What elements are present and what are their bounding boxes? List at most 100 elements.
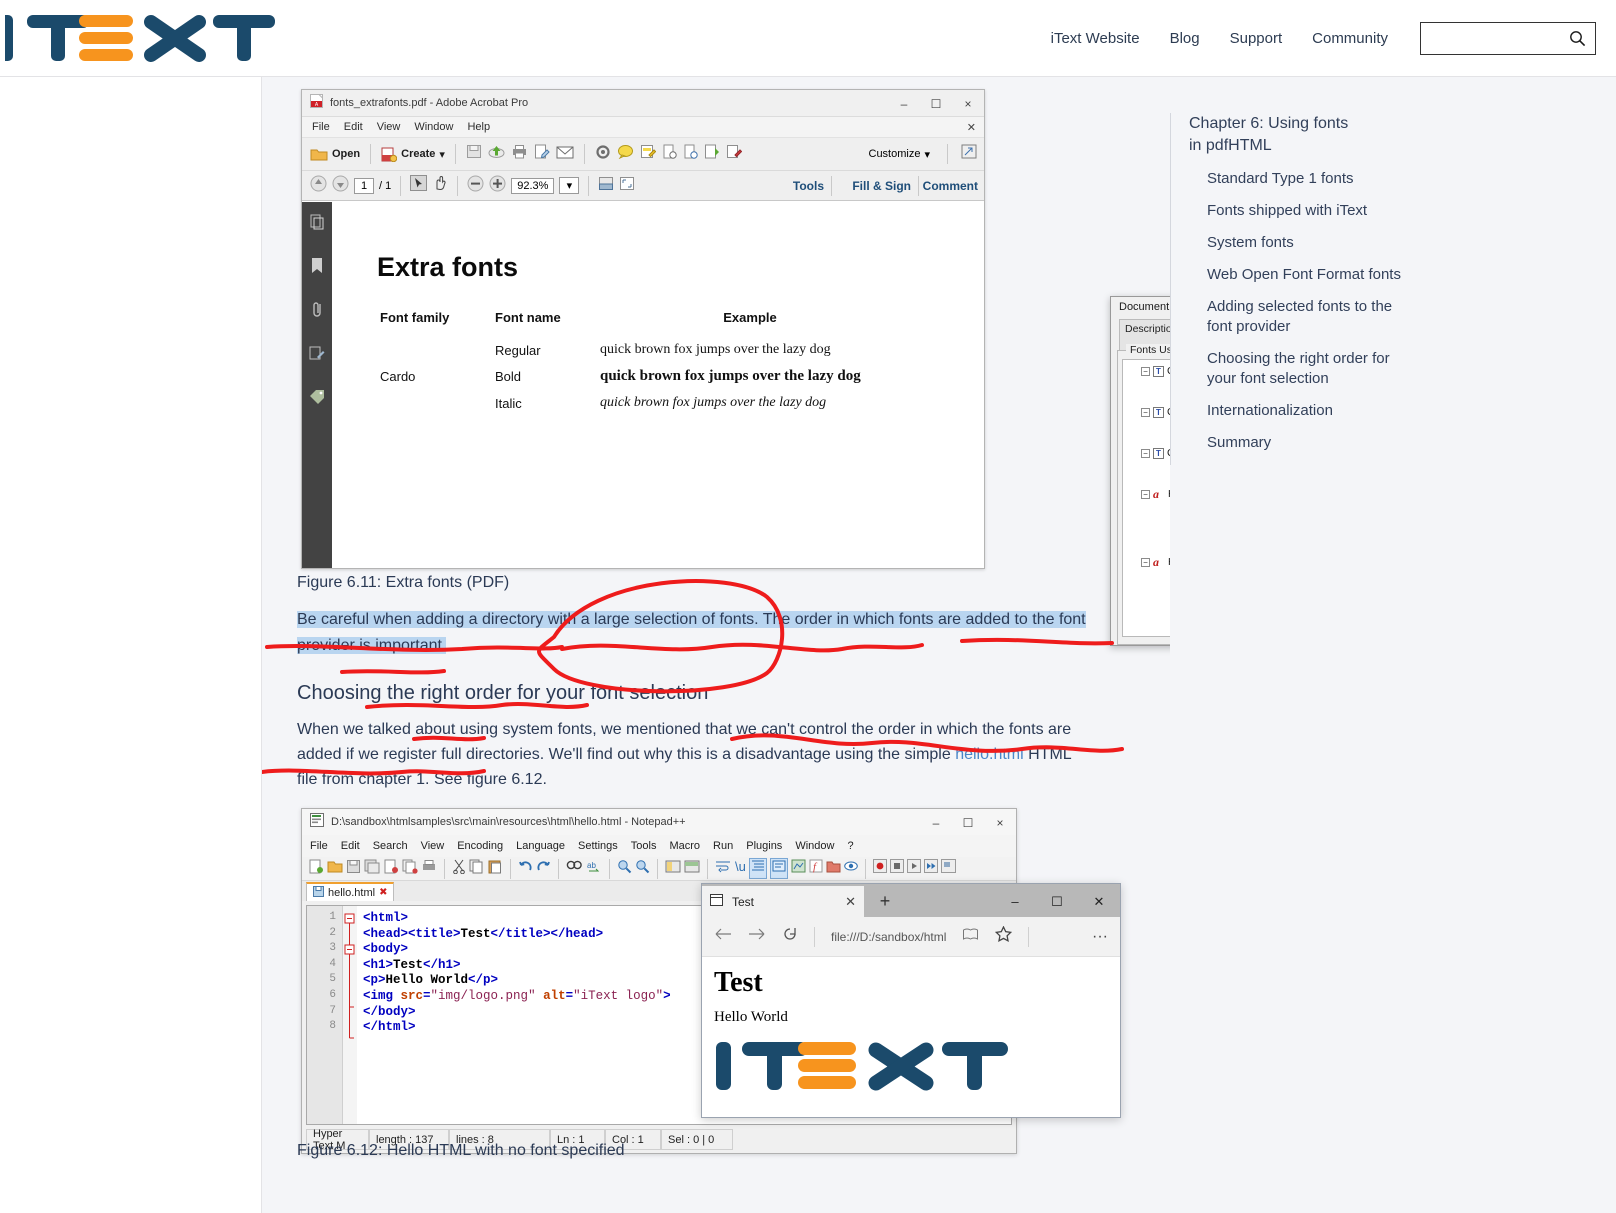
collapse-toggle-icon[interactable]: − <box>1141 449 1150 458</box>
reload-icon[interactable] <box>782 926 798 947</box>
next-page-icon[interactable] <box>332 175 349 197</box>
npp-menu-window[interactable]: Window <box>795 840 834 852</box>
notepadpp-maximize-button[interactable]: ☐ <box>952 809 984 836</box>
acrobat-menu-view[interactable]: View <box>377 121 401 133</box>
hand-tool-icon[interactable] <box>432 175 448 196</box>
npp-menu-macro[interactable]: Macro <box>669 840 700 852</box>
tags-icon[interactable] <box>309 388 326 409</box>
acrobat-doc-close-icon[interactable]: ✕ <box>967 121 976 134</box>
undo-icon[interactable] <box>518 859 533 879</box>
acrobat-open-button[interactable]: Open <box>310 147 360 162</box>
stop-macro-icon[interactable] <box>890 859 904 878</box>
toc-link-standard-type-1-fonts[interactable]: Standard Type 1 fonts <box>1207 169 1354 189</box>
browser-tab-test[interactable]: Test ✕ <box>702 886 864 917</box>
forward-icon[interactable] <box>748 927 766 946</box>
acrobat-window[interactable]: A fonts_extrafonts.pdf - Adobe Acrobat P… <box>301 89 985 569</box>
collapse-toggle-icon[interactable]: − <box>1141 408 1150 417</box>
sync-horizontal-icon[interactable] <box>684 859 700 879</box>
email-icon[interactable] <box>556 145 574 164</box>
editor-tab-close-icon[interactable]: ✖ <box>379 887 387 898</box>
browser-more-icon[interactable]: ··· <box>1092 928 1108 946</box>
zoom-out-editor-icon[interactable] <box>635 859 650 879</box>
indent-guide-icon[interactable] <box>749 858 767 879</box>
acrobat-menu-edit[interactable]: Edit <box>344 121 363 133</box>
document-map-icon[interactable] <box>791 859 806 878</box>
zoom-in-icon[interactable] <box>489 175 506 197</box>
save-file-icon[interactable] <box>346 859 361 879</box>
zoom-in-editor-icon[interactable] <box>617 859 632 879</box>
open-file-icon[interactable] <box>327 859 343 879</box>
fit-page-icon[interactable] <box>619 176 635 196</box>
acrobat-maximize-button[interactable]: ☐ <box>920 90 952 117</box>
acrobat-create-button[interactable]: Create ▾ <box>381 147 445 162</box>
monitoring-icon[interactable] <box>844 859 858 878</box>
record-macro-icon[interactable] <box>873 859 887 878</box>
npp-menu-run[interactable]: Run <box>713 840 733 852</box>
close-file-icon[interactable] <box>383 859 399 879</box>
attach-file-icon[interactable] <box>662 144 677 164</box>
sign-icon[interactable] <box>726 144 742 164</box>
npp-menu-search[interactable]: Search <box>373 840 408 852</box>
browser-minimize-button[interactable]: – <box>994 886 1036 917</box>
npp-menu-help[interactable]: ? <box>847 840 853 852</box>
npp-menu-language[interactable]: Language <box>516 840 565 852</box>
npp-menu-view[interactable]: View <box>421 840 445 852</box>
function-list-icon[interactable]: f <box>809 859 823 878</box>
edit-document-icon[interactable] <box>534 144 550 164</box>
toc-link-fonts-shipped-with-itext[interactable]: Fonts shipped with iText <box>1207 201 1367 221</box>
browser-window[interactable]: Test ✕ + – ☐ ✕ file:///D:/sandbox/html <box>701 883 1121 1118</box>
signatures-icon[interactable] <box>309 345 325 366</box>
toc-link-web-open-font-format-fonts[interactable]: Web Open Font Format fonts <box>1207 265 1401 285</box>
itext-logo[interactable] <box>5 9 280 67</box>
print-file-icon[interactable] <box>421 859 437 879</box>
back-icon[interactable] <box>714 927 732 946</box>
attachments-icon[interactable] <box>310 301 325 323</box>
extract-pages-icon[interactable] <box>683 144 698 164</box>
comment-icon[interactable] <box>617 144 634 164</box>
search-box[interactable] <box>1420 22 1596 55</box>
show-symbols-icon[interactable]: \u00b6 <box>734 859 746 879</box>
browser-close-button[interactable]: ✕ <box>1078 886 1120 917</box>
acrobat-close-button[interactable]: × <box>952 90 984 117</box>
browser-maximize-button[interactable]: ☐ <box>1036 886 1078 917</box>
browser-tab-close-icon[interactable]: ✕ <box>845 894 856 910</box>
notepadpp-close-button[interactable]: × <box>984 809 1016 836</box>
toc-link-internationalization[interactable]: Internationalization <box>1207 401 1333 421</box>
nav-item-support[interactable]: Support <box>1230 30 1283 47</box>
toc-link-system-fonts[interactable]: System fonts <box>1207 233 1294 253</box>
code-fold-margin[interactable] <box>343 906 357 1124</box>
save-macro-icon[interactable] <box>941 859 956 878</box>
acrobat-minimize-button[interactable]: – <box>888 90 920 117</box>
new-file-icon[interactable] <box>308 859 324 879</box>
save-icon[interactable] <box>466 144 482 164</box>
prev-page-icon[interactable] <box>310 175 327 197</box>
fit-width-icon[interactable] <box>598 176 614 196</box>
user-defined-dialog-icon[interactable] <box>770 858 788 879</box>
notepadpp-minimize-button[interactable]: – <box>920 809 952 836</box>
search-input[interactable] <box>1427 24 1567 53</box>
acrobat-page-number-input[interactable]: 1 <box>354 178 374 194</box>
hello-html-link[interactable]: hello.html <box>955 746 1023 763</box>
collapse-toggle-icon[interactable]: − <box>1141 367 1150 376</box>
pages-icon[interactable] <box>309 214 325 235</box>
collapse-toggle-icon[interactable]: − <box>1141 490 1150 499</box>
acrobat-zoom-dropdown[interactable]: ▾ <box>559 177 579 194</box>
toc-link-summary[interactable]: Summary <box>1207 433 1271 453</box>
acrobat-menu-file[interactable]: File <box>312 121 330 133</box>
paste-icon[interactable] <box>488 859 503 879</box>
browser-new-tab-button[interactable]: + <box>864 886 906 917</box>
search-icon[interactable] <box>1569 30 1586 52</box>
nav-item-blog[interactable]: Blog <box>1170 30 1200 47</box>
acrobat-customize-button[interactable]: Customize ▾ <box>869 148 931 161</box>
nav-item-community[interactable]: Community <box>1312 30 1388 47</box>
reading-view-icon[interactable] <box>962 927 979 946</box>
highlight-icon[interactable] <box>640 144 656 164</box>
favorite-star-icon[interactable] <box>995 926 1012 947</box>
editor-tab-hello-html[interactable]: hello.html ✖ <box>306 882 394 901</box>
sync-vertical-icon[interactable] <box>665 859 681 879</box>
save-all-icon[interactable] <box>364 859 380 879</box>
cloud-upload-icon[interactable] <box>488 144 505 164</box>
npp-menu-tools[interactable]: Tools <box>631 840 657 852</box>
select-tool-icon[interactable] <box>410 175 427 196</box>
settings-gear-icon[interactable] <box>595 144 611 165</box>
